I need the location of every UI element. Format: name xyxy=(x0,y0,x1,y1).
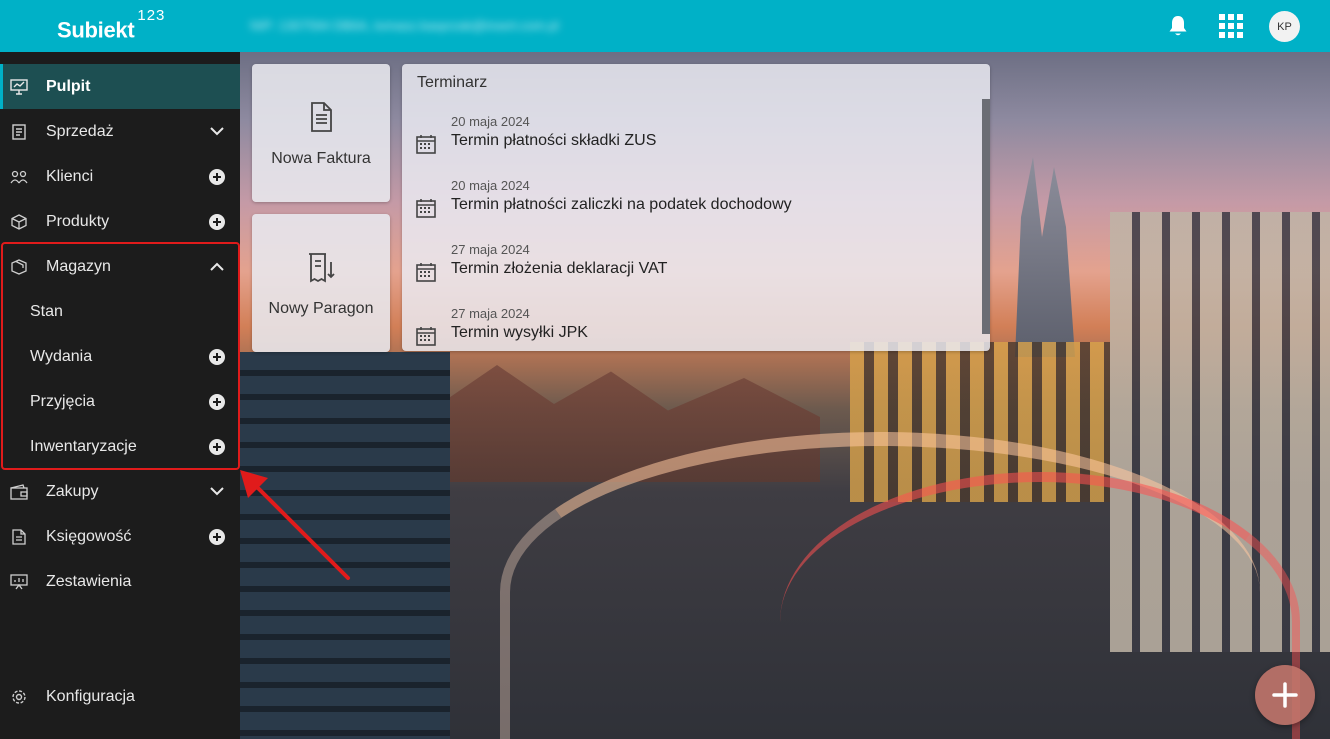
clients-icon xyxy=(10,168,28,186)
logo-suffix: 123 xyxy=(137,7,166,24)
plus-circle-icon[interactable] xyxy=(208,528,226,546)
event-date: 27 maja 2024 xyxy=(451,242,530,257)
event-title: Termin płatności składki ZUS xyxy=(451,132,657,149)
chevron-up-icon[interactable] xyxy=(208,258,226,276)
event-date: 27 maja 2024 xyxy=(451,306,530,321)
calendar-icon xyxy=(416,327,436,346)
sidebar-item-label: Stan xyxy=(30,302,63,320)
plus-circle-icon[interactable] xyxy=(208,348,226,366)
event-date: 20 maja 2024 xyxy=(451,178,530,193)
chevron-down-icon[interactable] xyxy=(208,483,226,501)
sidebar-item-produkty[interactable]: Produkty xyxy=(0,199,240,244)
calendar-panel: Terminarz 20 maja 2024 Termin płatności … xyxy=(402,64,990,351)
calendar-icon xyxy=(416,135,436,154)
sidebar-item-label: Konfiguracja xyxy=(46,687,135,705)
background-building-left xyxy=(240,352,450,739)
plus-icon xyxy=(1272,682,1298,708)
top-bar: Subiekt123 NIP: 1307594 DB6A, tomasz.kas… xyxy=(0,0,1330,52)
new-invoice-tile[interactable]: Nowa Faktura xyxy=(252,64,390,202)
sidebar-subitem-stan[interactable]: Stan xyxy=(0,289,240,334)
sidebar-item-label: Zestawienia xyxy=(46,572,132,590)
invoice-document-icon xyxy=(311,102,332,132)
apps-grid-icon[interactable] xyxy=(1217,12,1245,40)
warehouse-icon xyxy=(10,258,28,276)
sidebar-item-label: Zakupy xyxy=(46,482,99,500)
logo-text: Subiekt xyxy=(57,17,135,43)
sidebar-item-label: Księgowość xyxy=(46,527,132,545)
notifications-bell-icon[interactable] xyxy=(1164,12,1192,40)
calendar-event[interactable]: 27 maja 2024 Termin wysyłki JPK xyxy=(402,306,982,351)
tile-label: Nowa Faktura xyxy=(271,150,371,167)
sidebar-item-label: Magazyn xyxy=(46,257,111,275)
sidebar-item-label: Produkty xyxy=(46,212,110,230)
calendar-icon xyxy=(416,199,436,218)
event-title: Termin złożenia deklaracji VAT xyxy=(451,260,668,277)
calendar-event[interactable]: 27 maja 2024 Termin złożenia deklaracji … xyxy=(402,242,982,302)
plus-circle-icon[interactable] xyxy=(208,438,226,456)
sidebar: Pulpit Sprzedaż Klienci Produkty Magazyn… xyxy=(0,52,240,739)
sidebar-subitem-przyjecia[interactable]: Przyjęcia xyxy=(0,379,240,424)
sidebar-item-label: Pulpit xyxy=(46,77,91,95)
reports-icon xyxy=(10,573,28,591)
app-logo[interactable]: Subiekt123 xyxy=(57,7,165,44)
sidebar-item-konfiguracja[interactable]: Konfiguracja xyxy=(0,674,240,719)
calendar-event[interactable]: 20 maja 2024 Termin płatności składki ZU… xyxy=(402,114,982,174)
event-title: Termin wysyłki JPK xyxy=(451,324,588,341)
sidebar-item-sprzedaz[interactable]: Sprzedaż xyxy=(0,109,240,154)
receipt-icon xyxy=(309,253,335,283)
accounting-icon xyxy=(10,528,28,546)
sidebar-item-ksiegowosc[interactable]: Księgowość xyxy=(0,514,240,559)
add-fab-button[interactable] xyxy=(1255,665,1315,725)
sidebar-subitem-inwentaryzacje[interactable]: Inwentaryzacje xyxy=(0,424,240,469)
sidebar-item-label: Inwentaryzacje xyxy=(30,437,137,455)
sidebar-item-label: Przyjęcia xyxy=(30,392,95,410)
sidebar-item-magazyn[interactable]: Magazyn xyxy=(0,244,240,289)
sidebar-item-zestawienia[interactable]: Zestawienia xyxy=(0,559,240,604)
sales-icon xyxy=(10,123,28,141)
event-date: 20 maja 2024 xyxy=(451,114,530,129)
sidebar-item-label: Sprzedaż xyxy=(46,122,114,140)
background-towers xyxy=(1015,157,1075,357)
event-title: Termin płatności zaliczki na podatek doc… xyxy=(451,196,792,213)
sidebar-item-label: Wydania xyxy=(30,347,93,365)
dashboard-icon xyxy=(10,78,28,96)
new-receipt-tile[interactable]: Nowy Paragon xyxy=(252,214,390,352)
chevron-down-icon[interactable] xyxy=(208,123,226,141)
sidebar-item-klienci[interactable]: Klienci xyxy=(0,154,240,199)
sidebar-subitem-wydania[interactable]: Wydania xyxy=(0,334,240,379)
sidebar-item-pulpit[interactable]: Pulpit xyxy=(0,64,240,109)
sidebar-item-label: Klienci xyxy=(46,167,94,185)
account-info: NIP: 1307594 DB6A, tomasz.kasprzak@inser… xyxy=(250,18,559,33)
plus-circle-icon[interactable] xyxy=(208,393,226,411)
calendar-icon xyxy=(416,263,436,282)
sidebar-item-zakupy[interactable]: Zakupy xyxy=(0,469,240,514)
tile-label: Nowy Paragon xyxy=(268,300,374,317)
calendar-scrollbar[interactable] xyxy=(982,99,990,334)
plus-circle-icon[interactable] xyxy=(208,213,226,231)
products-icon xyxy=(10,213,28,231)
calendar-event[interactable]: 20 maja 2024 Termin płatności zaliczki n… xyxy=(402,178,982,238)
purchases-icon xyxy=(10,483,28,501)
settings-icon xyxy=(10,688,28,706)
user-avatar[interactable]: KP xyxy=(1269,11,1300,42)
plus-circle-icon[interactable] xyxy=(208,168,226,186)
calendar-title: Terminarz xyxy=(417,74,488,91)
